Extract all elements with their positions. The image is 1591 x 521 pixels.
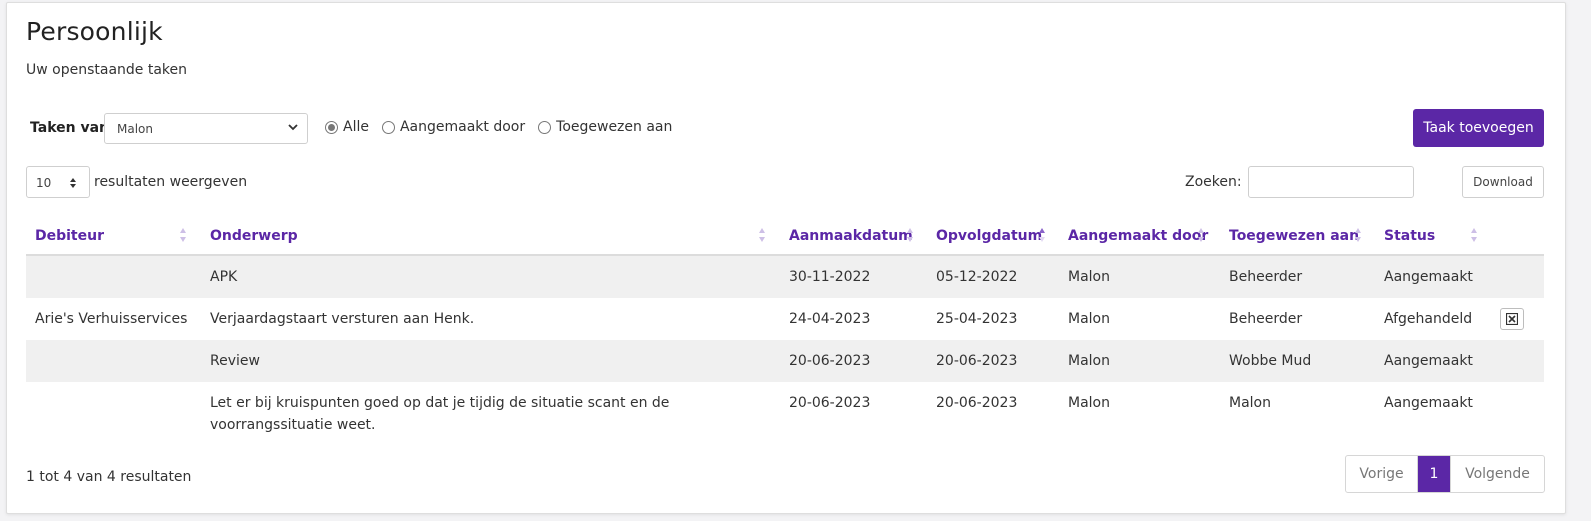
user-select-value: Malon bbox=[117, 122, 153, 136]
add-task-button[interactable]: Taak toevoegen bbox=[1413, 109, 1544, 147]
cell-toegewezen-aan: Wobbe Mud bbox=[1229, 353, 1312, 369]
table-header: Debiteur Onderwerp Aanmaakdatum Opvolgda… bbox=[26, 215, 1544, 256]
page-length-select[interactable]: 10 bbox=[26, 166, 90, 198]
cell-status: Afgehandeld bbox=[1384, 311, 1473, 327]
cell-opvolgdatum: 20-06-2023 bbox=[936, 353, 1018, 369]
cell-status: Aangemaakt bbox=[1384, 395, 1473, 411]
cell-aanmaakdatum: 24-04-2023 bbox=[789, 311, 871, 327]
sort-icon[interactable] bbox=[1470, 226, 1478, 244]
cell-toegewezen-aan: Beheerder bbox=[1229, 311, 1303, 327]
cell-debiteur: Arie's Verhuisservices bbox=[35, 311, 188, 327]
cell-aangemaakt-door: Malon bbox=[1068, 269, 1110, 285]
cell-aangemaakt-door: Malon bbox=[1068, 353, 1110, 369]
sort-icon[interactable] bbox=[758, 226, 766, 244]
radio-indicator[interactable] bbox=[325, 120, 338, 134]
column-header-status[interactable]: Status bbox=[1384, 228, 1435, 244]
search-input[interactable] bbox=[1248, 166, 1414, 198]
column-header-aanmaakdatum[interactable]: Aanmaakdatum bbox=[789, 228, 913, 244]
chevron-down-icon bbox=[288, 124, 298, 131]
cell-opvolgdatum: 05-12-2022 bbox=[936, 269, 1018, 285]
cell-aanmaakdatum: 30-11-2022 bbox=[789, 269, 871, 285]
page-length-value: 10 bbox=[36, 176, 52, 190]
page-title: Persoonlijk bbox=[26, 17, 163, 46]
radio-indicator[interactable] bbox=[538, 120, 552, 134]
radio-aangemaakt-door[interactable]: Aangemaakt door bbox=[381, 119, 526, 135]
cell-aangemaakt-door: Malon bbox=[1068, 395, 1110, 411]
close-icon bbox=[1506, 313, 1518, 325]
download-button[interactable]: Download bbox=[1462, 166, 1544, 198]
radio-alle[interactable]: Alle bbox=[325, 119, 369, 135]
cell-aangemaakt-door: Malon bbox=[1068, 311, 1110, 327]
radio-label: Toegewezen aan bbox=[556, 119, 673, 135]
radio-toegewezen-aan[interactable]: Toegewezen aan bbox=[538, 119, 672, 135]
next-page-button[interactable]: Volgende bbox=[1451, 456, 1544, 492]
page-length-suffix: resultaten weergeven bbox=[94, 174, 248, 190]
table-row[interactable]: Let er bij kruispunten goed op dat je ti… bbox=[26, 382, 1544, 436]
page-subtitle: Uw openstaande taken bbox=[26, 62, 188, 78]
cell-onderwerp: APK bbox=[210, 269, 238, 285]
page-button-current[interactable]: 1 bbox=[1418, 456, 1451, 492]
cell-opvolgdatum: 20-06-2023 bbox=[936, 395, 1018, 411]
cell-status: Aangemaakt bbox=[1384, 269, 1473, 285]
cell-onderwerp: Verjaardagstaart versturen aan Henk. bbox=[210, 311, 475, 327]
cell-aanmaakdatum: 20-06-2023 bbox=[789, 353, 871, 369]
sort-icon[interactable] bbox=[1197, 226, 1205, 244]
table-row[interactable]: APK 30-11-2022 05-12-2022 Malon Beheerde… bbox=[26, 256, 1544, 298]
column-header-onderwerp[interactable]: Onderwerp bbox=[210, 228, 298, 244]
cell-toegewezen-aan: Beheerder bbox=[1229, 269, 1303, 285]
radio-label: Aangemaakt door bbox=[399, 119, 526, 135]
cell-onderwerp: Let er bij kruispunten goed op dat je ti… bbox=[210, 395, 670, 433]
column-header-debiteur[interactable]: Debiteur bbox=[35, 228, 104, 244]
search-label: Zoeken: bbox=[1185, 174, 1242, 190]
sort-ascending-icon[interactable] bbox=[1038, 226, 1046, 244]
column-header-toegewezen-aan[interactable]: Toegewezen aan bbox=[1229, 228, 1359, 244]
table-row[interactable]: Review 20-06-2023 20-06-2023 Malon Wobbe… bbox=[26, 340, 1544, 382]
sort-icon[interactable] bbox=[179, 226, 187, 244]
radio-indicator[interactable] bbox=[381, 120, 395, 134]
tasks-card: Persoonlijk Uw openstaande taken Taken v… bbox=[6, 2, 1566, 514]
previous-page-button[interactable]: Vorige bbox=[1346, 456, 1418, 492]
sort-icon[interactable] bbox=[906, 226, 914, 244]
user-select[interactable]: Malon bbox=[104, 113, 308, 144]
cell-onderwerp: Review bbox=[210, 353, 260, 369]
column-header-opvolgdatum[interactable]: Opvolgdatum bbox=[936, 228, 1042, 244]
filter-radio-group: Alle Aangemaakt door Toegewezen aan bbox=[325, 119, 685, 135]
pagination: Vorige 1 Volgende bbox=[1345, 455, 1545, 493]
tasks-table: Debiteur Onderwerp Aanmaakdatum Opvolgda… bbox=[26, 215, 1544, 436]
cell-opvolgdatum: 25-04-2023 bbox=[936, 311, 1018, 327]
tasks-of-label: Taken van bbox=[30, 120, 110, 136]
cell-toegewezen-aan: Malon bbox=[1229, 395, 1271, 411]
sort-icon[interactable] bbox=[1354, 226, 1362, 244]
column-header-aangemaakt-door[interactable]: Aangemaakt door bbox=[1068, 228, 1208, 244]
radio-label: Alle bbox=[343, 119, 369, 135]
table-row[interactable]: Arie's Verhuisservices Verjaardagstaart … bbox=[26, 298, 1544, 340]
close-task-button[interactable] bbox=[1500, 308, 1524, 330]
sort-updown-icon bbox=[70, 178, 76, 188]
cell-status: Aangemaakt bbox=[1384, 353, 1473, 369]
results-info: 1 tot 4 van 4 resultaten bbox=[26, 469, 192, 485]
cell-aanmaakdatum: 20-06-2023 bbox=[789, 395, 871, 411]
